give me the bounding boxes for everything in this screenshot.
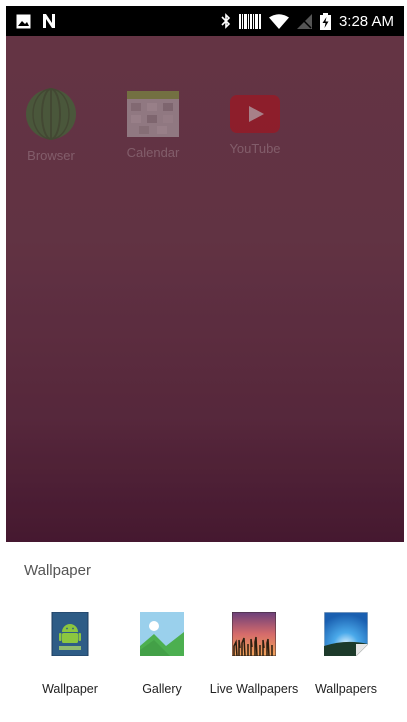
battery-charging-icon: [319, 12, 331, 30]
dim-scrim[interactable]: [6, 36, 404, 542]
no-sim-icon: [296, 13, 312, 29]
n-notification-icon: [43, 14, 55, 28]
chooser-options: Wallpaper Gallery Live Wallpapers Wallpa…: [6, 612, 404, 712]
status-time: 3:28 AM: [338, 12, 394, 30]
status-bar: 3:28 AM: [6, 6, 404, 36]
barcode-icon: [238, 13, 261, 29]
option-wallpapers[interactable]: Wallpapers: [298, 612, 394, 696]
option-label-wallpapers: Wallpapers: [314, 682, 378, 696]
home-screen: Browser Calendar YouTube: [6, 36, 404, 542]
option-gallery[interactable]: Gallery: [114, 612, 210, 696]
wallpapers-icon: [324, 612, 368, 656]
android-wallpaper-icon: [51, 612, 89, 656]
option-label-live-wallpapers: Live Wallpapers: [209, 682, 299, 696]
wifi-icon: [268, 13, 289, 29]
image-icon: [16, 14, 31, 28]
live-wallpapers-icon: [232, 612, 276, 656]
status-bar-right: 3:28 AM: [221, 12, 394, 30]
option-wallpaper[interactable]: Wallpaper: [22, 612, 118, 696]
gallery-icon: [140, 612, 184, 656]
wallpaper-chooser-sheet: Wallpaper Wallpaper Gallery Live Wallpap…: [6, 542, 404, 722]
bluetooth-icon: [221, 13, 231, 29]
status-bar-left: [16, 13, 57, 29]
option-live-wallpapers[interactable]: Live Wallpapers: [206, 612, 302, 696]
sheet-title: Wallpaper: [24, 562, 91, 579]
option-label-wallpaper: Wallpaper: [42, 682, 98, 696]
phone-screen: 3:28 AM Browser Calendar YouTube Wallpap…: [6, 6, 404, 722]
option-label-gallery: Gallery: [142, 682, 182, 696]
